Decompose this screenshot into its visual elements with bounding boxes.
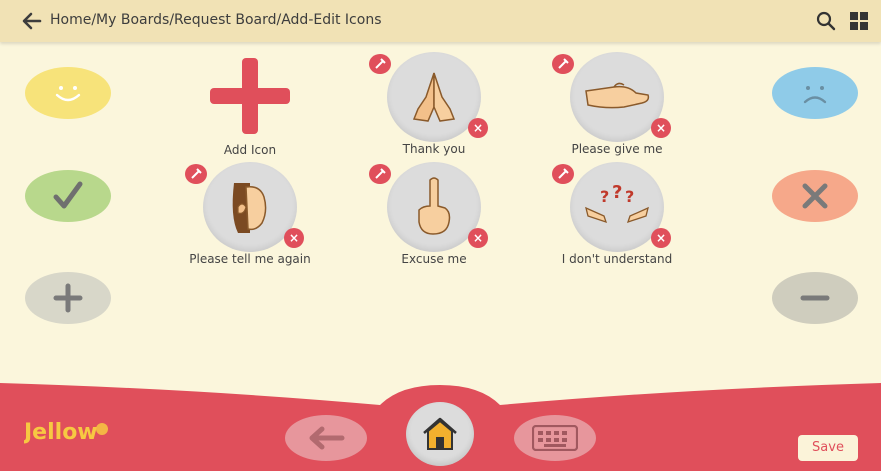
no-button[interactable] bbox=[772, 170, 858, 222]
back-nav-button[interactable] bbox=[285, 415, 367, 461]
grid-icon[interactable] bbox=[849, 11, 869, 31]
svg-text:?: ? bbox=[612, 182, 622, 203]
tile-label: Please tell me again bbox=[189, 252, 311, 266]
tile-label: Excuse me bbox=[401, 252, 467, 266]
more-button[interactable] bbox=[25, 272, 111, 324]
search-icon[interactable] bbox=[816, 11, 836, 31]
delete-close-icon[interactable]: × bbox=[651, 118, 671, 138]
top-bar: Home/My Boards/Request Board/Add-Edit Ic… bbox=[0, 0, 881, 42]
tile-label: Please give me bbox=[571, 142, 663, 156]
edit-pencil-icon[interactable] bbox=[369, 54, 391, 74]
home-button[interactable] bbox=[406, 402, 474, 466]
delete-close-icon[interactable]: × bbox=[468, 118, 488, 138]
dislike-button[interactable] bbox=[772, 67, 858, 119]
delete-close-icon[interactable]: × bbox=[468, 228, 488, 248]
open-hand-icon bbox=[570, 52, 664, 142]
svg-text:?: ? bbox=[625, 187, 634, 206]
checkmark-icon bbox=[53, 181, 83, 209]
edit-pencil-icon[interactable] bbox=[552, 54, 574, 74]
add-icon-button[interactable] bbox=[210, 58, 290, 134]
edit-pencil-icon[interactable] bbox=[185, 164, 207, 184]
logo-text: Jellow bbox=[24, 420, 98, 445]
svg-text:?: ? bbox=[600, 187, 609, 206]
arrow-left-icon bbox=[309, 426, 345, 450]
jellow-logo: Jellow bbox=[22, 414, 136, 446]
add-icon-label: Add Icon bbox=[223, 143, 277, 157]
save-button[interactable]: Save bbox=[798, 435, 858, 461]
smiley-face-icon bbox=[55, 86, 81, 102]
cross-icon bbox=[802, 183, 828, 209]
raised-finger-icon bbox=[387, 162, 481, 252]
delete-close-icon[interactable]: × bbox=[284, 228, 304, 248]
confused-arms-icon: ? ? ? bbox=[570, 162, 664, 252]
ear-cupped-icon bbox=[203, 162, 297, 252]
yes-button[interactable] bbox=[25, 170, 111, 222]
breadcrumb: Home/My Boards/Request Board/Add-Edit Ic… bbox=[50, 12, 382, 28]
praying-hands-icon bbox=[387, 52, 481, 142]
minus-icon bbox=[800, 295, 830, 301]
delete-close-icon[interactable]: × bbox=[651, 228, 671, 248]
keyboard-button[interactable] bbox=[514, 415, 596, 461]
back-arrow-icon[interactable] bbox=[20, 9, 44, 33]
like-button[interactable] bbox=[25, 67, 111, 119]
edit-pencil-icon[interactable] bbox=[552, 164, 574, 184]
sad-face-icon bbox=[803, 86, 827, 104]
plus-icon bbox=[210, 58, 290, 134]
less-button[interactable] bbox=[772, 272, 858, 324]
home-icon bbox=[423, 417, 457, 450]
tile-label: Thank you bbox=[402, 142, 466, 156]
tile-label: I don't understand bbox=[561, 252, 673, 266]
edit-pencil-icon[interactable] bbox=[369, 164, 391, 184]
keyboard-icon bbox=[532, 425, 578, 451]
plus-icon bbox=[53, 283, 83, 313]
